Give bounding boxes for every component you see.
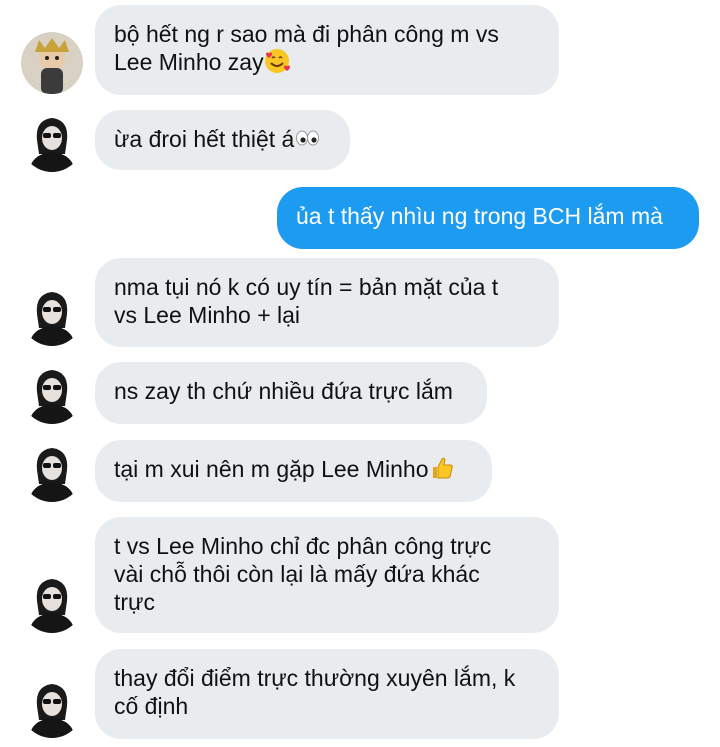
avatar-friend-b[interactable]	[21, 440, 83, 502]
message-text-line: nma tụi nó k có uy tín = bản mặt của t	[114, 274, 499, 300]
message-text-line: bộ hết ng r sao mà đi phân công m vs	[114, 21, 499, 47]
thumbs-up-icon	[432, 457, 453, 479]
message-bubble-incoming[interactable]: ns zay th chứ nhiều đứa trực lắm	[95, 362, 487, 424]
avatar-friend-b[interactable]	[21, 571, 83, 633]
message-text-line: trực	[114, 589, 155, 615]
message-text-line: thay đổi điểm trực thường xuyên lắm, k	[114, 665, 516, 691]
message-text-line: Lee Minho zay	[114, 49, 264, 75]
message-text-line: vs Lee Minho + lại	[114, 302, 301, 328]
avatar-friend-b[interactable]	[21, 362, 83, 424]
avatar-friend-b[interactable]	[21, 676, 83, 738]
message-bubble-incoming[interactable]: t vs Lee Minho chỉ đc phân công trực vài…	[95, 517, 559, 633]
message-text-line: vài chỗ thôi còn lại là mấy đứa khác	[114, 561, 480, 587]
message-text-line: cố định	[114, 693, 189, 719]
message-text-line: t vs Lee Minho chỉ đc phân công trực	[114, 533, 492, 559]
avatar-friend-b[interactable]	[21, 110, 83, 172]
message-bubble-outgoing[interactable]: ủa t thấy nhìu ng trong BCH lắm mà	[277, 187, 699, 249]
message-text-line: tại m xui nên m gặp Lee Minho	[114, 456, 429, 482]
avatar-friend-a[interactable]	[21, 32, 83, 94]
message-text-line: ừa đroi hết thiệt á	[114, 126, 295, 152]
smiling-face-with-hearts-icon	[264, 49, 290, 73]
message-bubble-incoming[interactable]: nma tụi nó k có uy tín = bản mặt của t v…	[95, 258, 559, 347]
message-bubble-incoming[interactable]: thay đổi điểm trực thường xuyên lắm, k c…	[95, 649, 559, 739]
message-text-line: ns zay th chứ nhiều đứa trực lắm	[114, 378, 453, 404]
message-text-line: ủa t thấy nhìu ng trong BCH lắm mà	[296, 203, 663, 229]
avatar-friend-b[interactable]	[21, 284, 83, 346]
eyes-icon	[296, 130, 320, 146]
message-bubble-incoming[interactable]: tại m xui nên m gặp Lee Minho	[95, 440, 492, 502]
message-bubble-incoming[interactable]: ừa đroi hết thiệt á	[95, 110, 350, 170]
message-bubble-incoming[interactable]: bộ hết ng r sao mà đi phân công m vs Lee…	[95, 5, 559, 95]
